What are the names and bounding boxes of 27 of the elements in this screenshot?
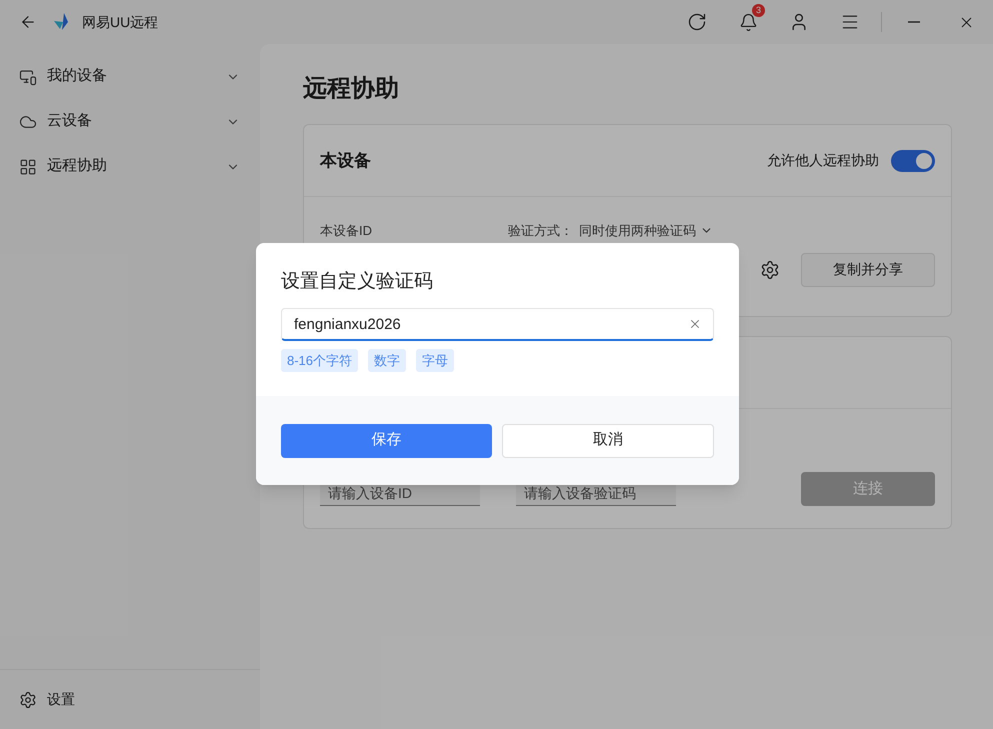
code-field[interactable]: fengnianxu2026 [281,308,714,341]
sidebar-item[interactable]: 云设备 [0,99,260,144]
refresh-button[interactable] [686,11,708,33]
settings-icon[interactable] [760,260,780,280]
grid-icon [19,158,37,176]
minimize-icon [908,21,920,23]
allow-switch[interactable] [891,150,935,172]
device-id-label: 本设备ID [320,222,372,240]
hint-tag: 8-16个字符 [281,349,358,372]
hint-tag: 字母 [416,349,454,372]
settings-button[interactable]: 设置 [19,689,75,710]
settings-icon [19,690,37,708]
dialog-title: 设置自定义验证码 [281,270,434,294]
hint-tag: 数字 [368,349,406,372]
card-title: 本设备 [320,150,371,172]
clear-icon[interactable] [688,317,702,331]
app-title: 网易UU远程 [82,12,158,32]
allow-label: 允许他人远程协助 [767,151,879,170]
devices-icon [19,68,37,86]
notification-badge: 3 [752,4,765,17]
cancel-button[interactable]: 取消 [502,424,714,458]
save-button[interactable]: 保存 [281,424,492,458]
copy-share-button[interactable]: 复制并分享 [801,252,935,286]
verify-method-dropdown[interactable]: 验证方式： 同时使用两种验证码 [508,221,713,240]
sidebar-item[interactable]: 我的设备 [0,54,260,99]
page-title: 远程协助 [303,74,400,104]
sidebar-item[interactable]: 远程协助 [0,144,260,189]
